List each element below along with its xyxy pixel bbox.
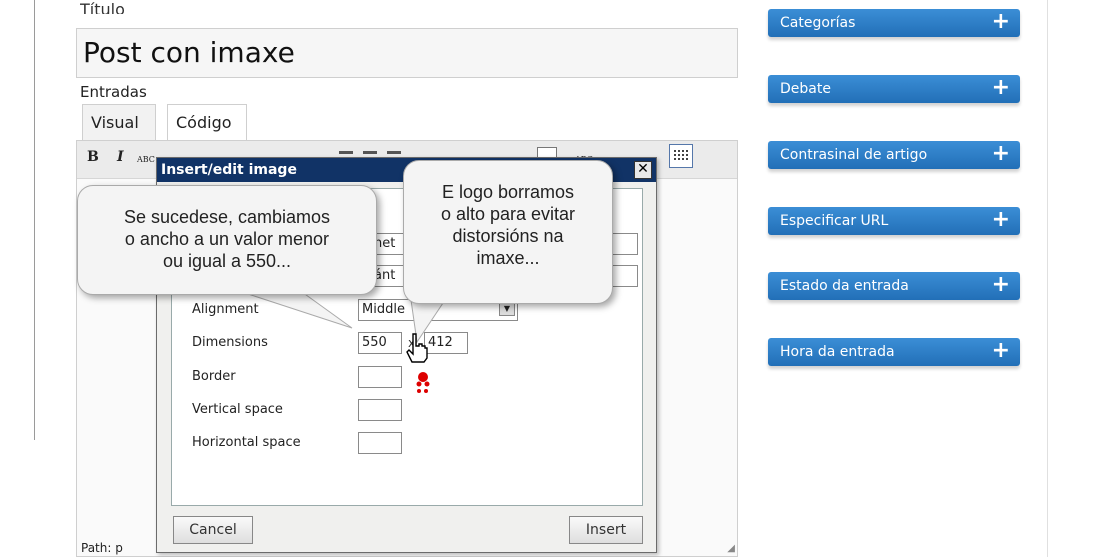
- bold-button[interactable]: B: [87, 149, 99, 165]
- entries-label: Entradas: [80, 83, 147, 101]
- vertical-space-label: Vertical space: [192, 402, 283, 417]
- plus-icon[interactable]: +: [992, 338, 1010, 364]
- left-border: [34, 0, 35, 440]
- horizontal-space-input[interactable]: [358, 432, 402, 454]
- sidebar-item-especificar-url[interactable]: Especificar URL +: [768, 207, 1020, 235]
- sidebar-item-estado[interactable]: Estado da entrada +: [768, 272, 1020, 300]
- right-callout: E logo borramos o alto para evitar disto…: [403, 160, 613, 304]
- red-mark-icon: [416, 372, 430, 393]
- chevron-down-icon: ▼: [499, 302, 515, 316]
- sidebar-item-label: Hora da entrada: [780, 344, 895, 360]
- left-callout-tail: [241, 291, 353, 329]
- strikethrough-button[interactable]: ABC: [137, 155, 155, 164]
- tab-code[interactable]: Código: [167, 104, 247, 140]
- resize-handle-icon[interactable]: ◢: [727, 543, 735, 554]
- kitchen-sink-icon[interactable]: [669, 144, 693, 168]
- left-callout: Se sucedese, cambiamos o ancho a un valo…: [77, 185, 377, 295]
- tab-visual[interactable]: Visual: [82, 104, 156, 140]
- right-callout-line: distorsións na: [452, 226, 564, 246]
- plus-icon[interactable]: +: [992, 75, 1010, 101]
- sidebar-item-label: Estado da entrada: [780, 278, 909, 294]
- insert-button[interactable]: Insert: [569, 516, 643, 544]
- sidebar-item-hora[interactable]: Hora da entrada +: [768, 338, 1020, 366]
- right-border: [1047, 0, 1048, 557]
- title-label: Título: [80, 2, 125, 14]
- left-callout-line: o ancho a un valor menor: [124, 229, 330, 249]
- right-callout-line: o alto para evitar: [440, 204, 576, 224]
- sidebar-item-label: Categorías: [780, 15, 856, 31]
- align-center-icon[interactable]: [363, 151, 377, 154]
- horizontal-space-label: Horizontal space: [192, 435, 301, 450]
- right-callout-line: E logo borramos: [441, 182, 575, 202]
- left-callout-line: Se sucedese, cambiamos: [123, 207, 331, 227]
- sidebar-item-label: Debate: [780, 81, 831, 97]
- sidebar-item-label: Especificar URL: [780, 213, 889, 229]
- plus-icon[interactable]: +: [992, 207, 1010, 233]
- cancel-button[interactable]: Cancel: [173, 516, 253, 544]
- plus-icon[interactable]: +: [992, 9, 1010, 35]
- close-icon[interactable]: ✕: [634, 161, 652, 179]
- sidebar-item-contrasinal[interactable]: Contrasinal de artigo +: [768, 141, 1020, 169]
- left-callout-line: ou igual a 550...: [162, 251, 292, 271]
- plus-icon[interactable]: +: [992, 272, 1010, 298]
- plus-icon[interactable]: +: [992, 141, 1010, 167]
- sidebar-item-debate[interactable]: Debate +: [768, 75, 1020, 103]
- post-title-input[interactable]: Post con imaxe: [76, 28, 738, 78]
- hand-cursor-icon: [406, 333, 428, 363]
- italic-button[interactable]: I: [117, 149, 124, 165]
- border-label: Border: [192, 369, 236, 384]
- border-input[interactable]: [358, 366, 402, 388]
- right-callout-line: imaxe...: [476, 248, 540, 268]
- sidebar-item-categorias[interactable]: Categorías +: [768, 9, 1020, 37]
- align-right-icon[interactable]: [387, 151, 401, 154]
- align-left-icon[interactable]: [339, 151, 353, 154]
- vertical-space-input[interactable]: [358, 399, 402, 421]
- sidebar-item-label: Contrasinal de artigo: [780, 147, 928, 163]
- status-path: Path: p: [81, 541, 123, 555]
